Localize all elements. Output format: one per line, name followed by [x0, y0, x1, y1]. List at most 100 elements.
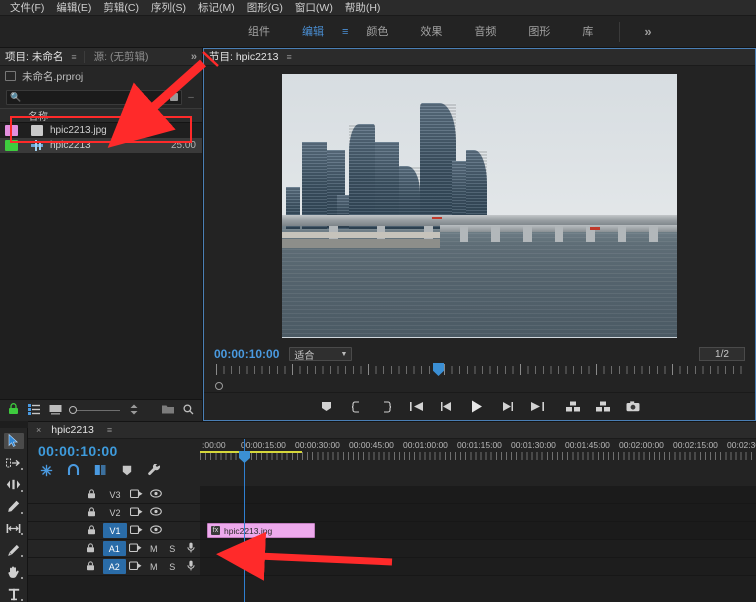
timeline-playhead-line[interactable]: [244, 439, 245, 602]
sequence-settings-icon[interactable]: [39, 463, 53, 477]
track-row-v2[interactable]: V2: [28, 504, 756, 522]
mute-button-a1[interactable]: M: [144, 544, 163, 554]
track-name-v3[interactable]: V3: [103, 487, 127, 502]
project-panel-burger-icon[interactable]: ≡: [68, 52, 79, 62]
lock-icon[interactable]: [83, 525, 99, 537]
type-tool[interactable]: [4, 586, 24, 602]
workspace-tab-assembly[interactable]: 组件: [232, 16, 286, 48]
track-row-a1[interactable]: A1 M S: [28, 540, 756, 558]
program-monitor-stage[interactable]: [204, 66, 755, 345]
lock-icon[interactable]: [83, 543, 99, 555]
eye-icon[interactable]: [146, 525, 165, 536]
add-marker-icon[interactable]: [120, 463, 134, 477]
step-forward-icon[interactable]: [499, 399, 514, 414]
ripple-edit-tool[interactable]: [4, 477, 24, 493]
workspace-tab-audio[interactable]: 音频: [458, 16, 512, 48]
workspace-tab-effects[interactable]: 效果: [404, 16, 458, 48]
selection-tool[interactable]: [4, 433, 24, 449]
menu-item-marker[interactable]: 标记(M): [192, 0, 241, 16]
search-collapse-icon[interactable]: –: [186, 92, 196, 103]
icon-view-icon[interactable]: [49, 404, 62, 418]
menu-item-graphics[interactable]: 图形(G): [241, 0, 289, 16]
menu-item-window[interactable]: 窗口(W): [289, 0, 339, 16]
lock-icon[interactable]: [83, 489, 99, 501]
mark-out-icon[interactable]: [379, 399, 394, 414]
program-scrub-bar[interactable]: [204, 363, 755, 380]
solo-button-a2[interactable]: S: [163, 562, 182, 572]
go-to-out-icon[interactable]: [529, 399, 544, 414]
new-bin-icon[interactable]: [162, 404, 174, 417]
track-header-a2[interactable]: A2 M S: [28, 558, 200, 575]
menu-item-edit[interactable]: 编辑(E): [50, 0, 97, 16]
tab-program-monitor[interactable]: 节目: hpic2213: [204, 48, 283, 66]
playback-resolution-dropdown[interactable]: 1/2: [699, 347, 745, 361]
eye-icon[interactable]: [146, 489, 165, 500]
column-header-name[interactable]: 名称: [0, 108, 130, 123]
extract-icon[interactable]: [595, 399, 610, 414]
track-header-v1[interactable]: V1: [28, 522, 200, 539]
linked-selection-icon[interactable]: [93, 463, 107, 477]
lock-icon[interactable]: [8, 403, 19, 418]
track-name-a1[interactable]: A1: [103, 541, 126, 556]
track-name-a2[interactable]: A2: [103, 559, 126, 574]
play-icon[interactable]: [469, 399, 484, 414]
workspace-overflow-icon[interactable]: »: [630, 24, 665, 39]
zoom-slider-knob[interactable]: [69, 406, 77, 414]
list-view-icon[interactable]: [28, 404, 40, 418]
mic-icon[interactable]: [182, 542, 201, 555]
track-body-a1[interactable]: [200, 540, 756, 557]
sync-icon[interactable]: [127, 489, 146, 501]
track-select-forward-tool[interactable]: [4, 455, 24, 471]
razor-tool[interactable]: [4, 499, 24, 515]
timeline-burger-icon[interactable]: ≡: [104, 425, 115, 435]
go-to-in-icon[interactable]: [409, 399, 424, 414]
menu-item-clip[interactable]: 剪辑(C): [97, 0, 145, 16]
find-icon[interactable]: [183, 404, 194, 418]
mark-in-icon[interactable]: [349, 399, 364, 414]
workspace-tab-color[interactable]: 颜色: [350, 16, 404, 48]
zoom-slider[interactable]: [71, 410, 120, 411]
lock-icon[interactable]: [83, 561, 99, 573]
menu-item-sequence[interactable]: 序列(S): [145, 0, 192, 16]
export-frame-icon[interactable]: [625, 399, 640, 414]
step-back-icon[interactable]: [439, 399, 454, 414]
search-filter-icon[interactable]: [170, 93, 178, 101]
timeline-wrench-icon[interactable]: [147, 463, 161, 477]
track-body-v3[interactable]: [200, 486, 756, 503]
track-row-a2[interactable]: A2 M S: [28, 558, 756, 576]
sync-icon[interactable]: [126, 543, 145, 555]
menu-item-help[interactable]: 帮助(H): [339, 0, 387, 16]
sort-icon[interactable]: [129, 404, 139, 418]
tab-source-monitor[interactable]: 源: (无剪辑): [89, 48, 154, 66]
track-body-v1[interactable]: fx hpic2213.jpg: [200, 522, 756, 539]
timeline-timecode[interactable]: 00:00:10:00: [28, 439, 200, 459]
add-marker-icon[interactable]: [319, 399, 334, 414]
hand-tool[interactable]: [4, 564, 24, 580]
track-header-v2[interactable]: V2: [28, 504, 200, 521]
tab-project[interactable]: 项目: 未命名: [0, 48, 68, 66]
lock-icon[interactable]: [83, 507, 99, 519]
timeline-ruler[interactable]: :00:00 00:00:15:00 00:00:30:00 00:00:45:…: [200, 439, 756, 466]
track-header-a1[interactable]: A1 M S: [28, 540, 200, 557]
search-box[interactable]: 🔍: [6, 90, 182, 105]
pen-tool[interactable]: [4, 542, 24, 558]
close-icon[interactable]: ×: [36, 425, 41, 435]
eye-icon[interactable]: [146, 507, 165, 518]
tab-timeline-sequence[interactable]: hpic2213: [46, 421, 99, 439]
track-name-v1[interactable]: V1: [103, 523, 127, 538]
workspace-burger-icon[interactable]: ≡: [340, 26, 350, 38]
project-bin-list[interactable]: 名称 帧速 hpic2213.jpg: [0, 108, 202, 399]
program-timecode[interactable]: 00:00:10:00: [214, 347, 279, 361]
search-input[interactable]: [24, 92, 178, 103]
mic-icon[interactable]: [182, 560, 201, 573]
track-row-v3[interactable]: V3: [28, 486, 756, 504]
workspace-tab-libraries[interactable]: 库: [566, 16, 609, 48]
workspace-tab-editing[interactable]: 编辑: [286, 16, 340, 48]
project-tabs-overflow-icon[interactable]: »: [186, 51, 202, 63]
bin-item-hpic2213-jpg[interactable]: hpic2213.jpg: [0, 123, 202, 138]
track-header-v3[interactable]: V3: [28, 486, 200, 503]
track-body-a2[interactable]: [200, 558, 756, 575]
program-zoom-handle[interactable]: [215, 382, 223, 390]
timeline-clip-hpic2213[interactable]: fx hpic2213.jpg: [207, 523, 315, 538]
program-zoom-bar[interactable]: [204, 380, 755, 392]
